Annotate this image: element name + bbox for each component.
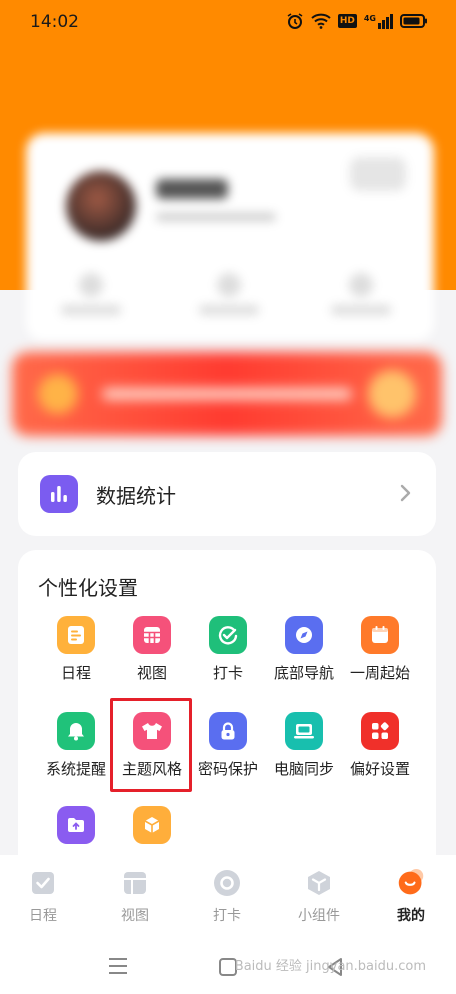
setting-pc-sync[interactable]: 电脑同步 — [264, 712, 344, 779]
setting-label: 视图 — [136, 664, 167, 682]
setting-label: 偏好设置 — [349, 760, 410, 778]
watermark: Baidu 经验 jingyan.baidu.com — [234, 959, 426, 974]
setting-bottom-nav[interactable]: 底部导航 — [264, 616, 344, 683]
circle-tab-icon — [213, 869, 241, 897]
setting-box[interactable] — [112, 806, 192, 852]
setting-label: 一周起始 — [349, 664, 410, 682]
signal-indicator: 4G — [363, 13, 393, 29]
compass-icon — [285, 616, 323, 654]
bottom-tab-bar: 日程 视图 打卡 小组件 我的 — [0, 855, 456, 939]
tab-widgets[interactable]: 小组件 — [284, 869, 354, 925]
profile-stat[interactable] — [194, 273, 264, 317]
data-statistics-label: 数据统计 — [96, 483, 176, 508]
setting-check-in[interactable]: 打卡 — [188, 616, 268, 683]
profile-card[interactable] — [26, 133, 434, 341]
setting-label: 系统提醒 — [45, 760, 106, 778]
network-type: 4G — [363, 13, 376, 23]
profile-stat[interactable] — [326, 273, 396, 317]
setting-label: 密码保护 — [197, 760, 258, 778]
apps-icon — [361, 712, 399, 750]
check-tab-icon — [29, 869, 57, 897]
check-in-icon — [209, 616, 247, 654]
setting-system-reminder[interactable]: 系统提醒 — [36, 712, 116, 779]
calendar-icon — [361, 616, 399, 654]
cube-tab-icon — [305, 869, 333, 897]
tab-label: 我的 — [397, 908, 425, 924]
status-bar: 14:02 HD 4G — [0, 0, 456, 44]
setting-folder-upload[interactable] — [36, 806, 116, 852]
box-icon — [133, 806, 171, 844]
tab-label: 打卡 — [213, 908, 241, 924]
grid-view-icon — [133, 616, 171, 654]
setting-label: 日程 — [60, 664, 91, 682]
tab-label: 视图 — [121, 908, 149, 924]
profile-action-button[interactable] — [350, 157, 406, 191]
tab-schedule[interactable]: 日程 — [8, 869, 78, 925]
laptop-icon — [285, 712, 323, 750]
tab-check-in[interactable]: 打卡 — [192, 869, 262, 925]
wifi-icon — [311, 13, 331, 29]
layout-tab-icon — [121, 869, 149, 897]
profile-stat[interactable] — [56, 273, 126, 317]
setting-view[interactable]: 视图 — [112, 616, 192, 683]
data-statistics-row[interactable]: 数据统计 — [18, 452, 436, 536]
promo-banner[interactable] — [12, 352, 442, 436]
battery-icon — [400, 14, 427, 28]
status-time: 14:02 — [30, 12, 79, 32]
personalization-section: 个性化设置 日程 视图 打卡 底部导航 一周起始 系统提醒 主题风格 密码保护 … — [18, 550, 436, 890]
hd-badge: HD — [337, 14, 357, 28]
profile-subtitle-blurred — [156, 213, 276, 221]
setting-preferences[interactable]: 偏好设置 — [340, 712, 420, 779]
setting-schedule[interactable]: 日程 — [36, 616, 116, 683]
setting-label: 电脑同步 — [273, 760, 334, 778]
section-title: 个性化设置 — [38, 576, 138, 600]
setting-label: 打卡 — [212, 664, 243, 682]
tab-label: 小组件 — [298, 908, 340, 924]
smile-tab-icon — [397, 869, 425, 897]
avatar[interactable] — [66, 171, 136, 241]
alarm-icon — [287, 13, 303, 29]
folder-upload-icon — [57, 806, 95, 844]
bell-icon — [57, 712, 95, 750]
setting-week-start[interactable]: 一周起始 — [340, 616, 420, 683]
setting-label: 底部导航 — [273, 664, 334, 682]
tab-label: 日程 — [29, 908, 57, 924]
setting-password-protection[interactable]: 密码保护 — [188, 712, 268, 779]
profile-name-blurred — [156, 179, 228, 199]
tab-mine[interactable]: 我的 — [376, 869, 446, 925]
schedule-icon — [57, 616, 95, 654]
tab-view[interactable]: 视图 — [100, 869, 170, 925]
system-navigation-bar: Baidu 经验 jingyan.baidu.com — [0, 939, 456, 994]
chevron-right-icon — [400, 484, 411, 502]
lock-icon — [209, 712, 247, 750]
menu-nav-icon[interactable] — [108, 957, 128, 975]
bar-chart-icon — [40, 475, 78, 513]
status-icons: HD 4G — [286, 12, 428, 30]
highlight-box — [110, 698, 192, 792]
